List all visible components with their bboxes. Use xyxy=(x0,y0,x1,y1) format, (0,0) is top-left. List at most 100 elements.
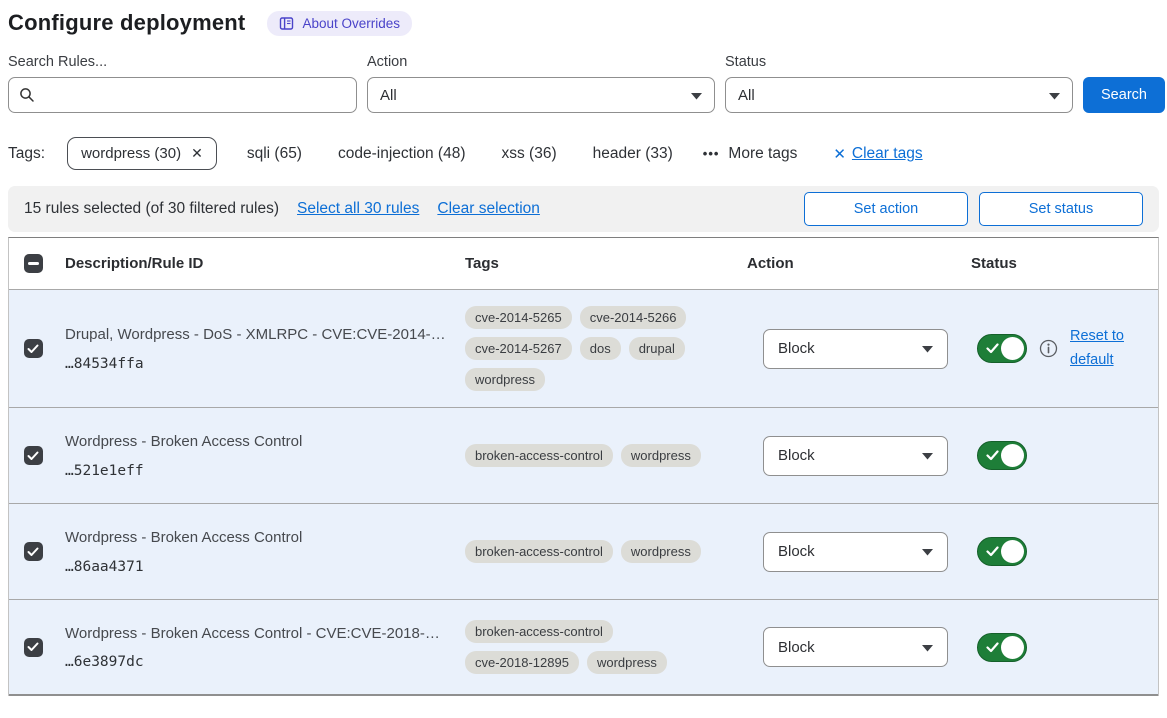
clear-icon: ✕ xyxy=(833,145,846,163)
filter-bar: Search Rules... Action All Status All Se… xyxy=(8,54,1159,113)
check-icon xyxy=(986,642,999,653)
rules-table: Description/Rule ID Tags Action Status D… xyxy=(8,237,1159,696)
rule-description-cell: Drupal, Wordpress - DoS - XMLRPC - CVE:C… xyxy=(57,325,457,371)
rule-status-cell: Reset to default xyxy=(963,325,1158,371)
tag-pill: drupal xyxy=(629,337,685,360)
action-filter-select[interactable]: All xyxy=(367,77,715,113)
rule-description: Wordpress - Broken Access Control xyxy=(65,528,449,548)
status-toggle[interactable] xyxy=(977,334,1027,363)
row-checkbox-cell xyxy=(9,542,57,561)
page-header: Configure deployment About Overrides xyxy=(8,10,1159,36)
selection-actions: Set action Set status xyxy=(804,192,1143,226)
toggle-knob xyxy=(1001,540,1024,563)
select-all-link[interactable]: Select all 30 rules xyxy=(297,200,419,218)
action-select[interactable]: Block xyxy=(763,436,948,476)
action-select-value: Block xyxy=(778,340,815,357)
about-overrides-label: About Overrides xyxy=(302,16,400,31)
set-status-button[interactable]: Set status xyxy=(979,192,1143,226)
clear-selection-link[interactable]: Clear selection xyxy=(437,200,540,218)
search-icon xyxy=(19,87,35,103)
row-checkbox[interactable] xyxy=(24,339,43,358)
page-title: Configure deployment xyxy=(8,10,245,36)
about-overrides-badge[interactable]: About Overrides xyxy=(267,11,412,36)
selection-summary: 15 rules selected (of 30 filtered rules) xyxy=(24,200,279,218)
reset-to-default-link[interactable]: Reset to default xyxy=(1070,325,1132,371)
action-select[interactable]: Block xyxy=(763,532,948,572)
rule-id: …521e1eff xyxy=(65,463,449,479)
rule-status-cell xyxy=(963,441,1158,470)
rule-tags: broken-access-controlcve-2018-12895wordp… xyxy=(465,620,720,674)
rule-description: Wordpress - Broken Access Control xyxy=(65,432,449,452)
row-checkbox-cell xyxy=(9,339,57,358)
rule-description-cell: Wordpress - Broken Access Control …521e1… xyxy=(57,432,457,478)
book-icon xyxy=(279,16,294,31)
tag-filter[interactable]: sqli (65) xyxy=(247,145,302,163)
tags-bar: Tags: wordpress (30) ✕ sqli (65) code-inj… xyxy=(8,137,1159,170)
tag-pill: wordpress xyxy=(621,444,701,467)
action-select[interactable]: Block xyxy=(763,627,948,667)
select-all-checkbox[interactable] xyxy=(24,254,43,273)
search-field-label: Search Rules... xyxy=(8,54,357,70)
action-select-value: Block xyxy=(778,447,815,464)
selection-links: Select all 30 rules Clear selection xyxy=(297,200,540,218)
check-icon xyxy=(986,450,999,461)
rule-description-cell: Wordpress - Broken Access Control …86aa4… xyxy=(57,528,457,574)
status-filter-label: Status xyxy=(725,54,1073,70)
table-row: Wordpress - Broken Access Control …521e1… xyxy=(9,408,1158,504)
status-toggle[interactable] xyxy=(977,537,1027,566)
tag-filter[interactable]: xss (36) xyxy=(502,145,557,163)
rule-action-cell: Block xyxy=(739,532,963,572)
info-icon[interactable] xyxy=(1039,339,1058,358)
tag-pill: cve-2014-5267 xyxy=(465,337,572,360)
selection-bar: 15 rules selected (of 30 filtered rules)… xyxy=(8,186,1159,232)
tag-filter[interactable]: header (33) xyxy=(593,145,673,163)
rule-id: …6e3897dc xyxy=(65,654,449,670)
rule-action-cell: Block xyxy=(739,329,963,369)
row-checkbox-cell xyxy=(9,638,57,657)
more-tags-button[interactable]: ••• More tags xyxy=(703,145,798,163)
tag-pill: wordpress xyxy=(587,651,667,674)
rule-tags-cell: cve-2014-5265cve-2014-5266cve-2014-5267d… xyxy=(457,306,739,391)
ellipsis-icon: ••• xyxy=(703,146,720,161)
set-action-button[interactable]: Set action xyxy=(804,192,968,226)
rule-description: Wordpress - Broken Access Control - CVE:… xyxy=(65,624,449,644)
status-toggle[interactable] xyxy=(977,441,1027,470)
row-checkbox[interactable] xyxy=(24,542,43,561)
status-filter-value: All xyxy=(738,87,755,104)
tag-pill: wordpress xyxy=(465,368,545,391)
table-header-row: Description/Rule ID Tags Action Status xyxy=(9,238,1158,290)
col-status: Status xyxy=(963,255,1158,272)
rule-id: …86aa4371 xyxy=(65,559,449,575)
tags-bar-label: Tags: xyxy=(8,145,45,163)
tag-filter[interactable]: code-injection (48) xyxy=(338,145,466,163)
row-checkbox[interactable] xyxy=(24,446,43,465)
status-filter-select[interactable]: All xyxy=(725,77,1073,113)
table-row: Drupal, Wordpress - DoS - XMLRPC - CVE:C… xyxy=(9,290,1158,408)
rule-tags-cell: broken-access-control wordpress xyxy=(457,444,739,467)
rule-status-cell xyxy=(963,633,1158,662)
tag-pill: wordpress xyxy=(621,540,701,563)
selected-tag-label: wordpress (30) xyxy=(81,145,181,162)
chevron-down-icon xyxy=(1049,87,1060,104)
rule-tags-cell: broken-access-controlwordpress xyxy=(457,540,739,563)
table-row: Wordpress - Broken Access Control …86aa4… xyxy=(9,504,1158,600)
rule-action-cell: Block xyxy=(739,627,963,667)
search-button[interactable]: Search xyxy=(1083,77,1165,113)
status-toggle[interactable] xyxy=(977,633,1027,662)
row-checkbox[interactable] xyxy=(24,638,43,657)
remove-tag-icon[interactable]: ✕ xyxy=(191,145,203,162)
search-input[interactable] xyxy=(43,87,346,104)
search-field-group: Search Rules... xyxy=(8,54,357,113)
rule-tags: broken-access-controlwordpress xyxy=(465,540,720,563)
selected-tag-chip[interactable]: wordpress (30) ✕ xyxy=(67,137,217,170)
rule-tags: cve-2014-5265cve-2014-5266cve-2014-5267d… xyxy=(465,306,720,391)
chevron-down-icon xyxy=(691,87,702,104)
action-select[interactable]: Block xyxy=(763,329,948,369)
tag-pill: broken-access-control xyxy=(465,444,613,467)
action-filter-value: All xyxy=(380,87,397,104)
tag-pill: cve-2014-5266 xyxy=(580,306,687,329)
check-icon xyxy=(986,343,999,354)
clear-tags-link[interactable]: ✕ Clear tags xyxy=(833,145,922,163)
action-filter-group: Action All xyxy=(367,54,715,113)
col-action: Action xyxy=(739,255,963,272)
